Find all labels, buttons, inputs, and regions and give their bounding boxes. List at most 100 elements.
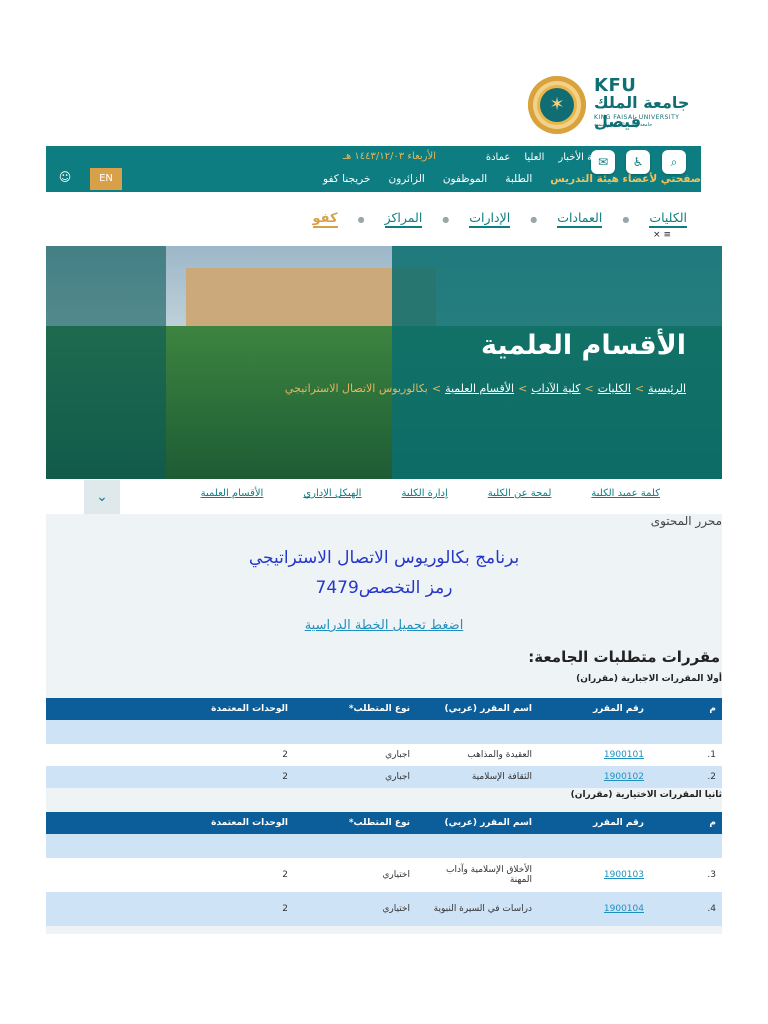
mandatory-courses-table: م رقم المقرر اسم المقرر (عربي) نوع المتط… <box>46 698 722 788</box>
crumb-separator: > <box>634 382 645 395</box>
course-name: دراسات في السيرة النبوية <box>416 892 538 926</box>
alumni-link[interactable]: خريجنا كفو <box>323 173 370 185</box>
page-title: الأقسام العلمية <box>481 330 686 361</box>
course-type: اجباري <box>294 744 416 766</box>
elective-heading: ثانيا المقررات الاختيارية (مقرران) <box>570 790 722 800</box>
hijri-date: الأربعاء ١٤٤٣/١٢/٠٣ هـ <box>343 151 436 162</box>
col-name-header: اسم المقرر (عربي) <box>416 698 538 720</box>
main-nav-items: الكليات ● العمادات ● الإدارات ● المراكز … <box>312 210 687 228</box>
employees-link[interactable]: الموظفون <box>443 173 487 185</box>
study-plan-link[interactable]: اضغط تحميل الخطة الدراسية <box>46 618 722 633</box>
students-link[interactable]: الطلبة <box>505 173 532 185</box>
hero-overlay-left <box>46 246 166 479</box>
crumb-current: بكالوريوس الاتصال الاستراتيجي <box>284 382 428 395</box>
faculty-page-link[interactable]: صفحتي لأعضاء هيئة التدريس <box>550 173 701 185</box>
chevron-down-icon[interactable]: ⌄ <box>84 480 120 514</box>
table-header-row: م رقم المقرر اسم المقرر (عربي) نوع المتط… <box>46 812 722 834</box>
col-index-header: م <box>650 812 722 834</box>
subnav-dean-word[interactable]: كلمة عميد الكلية <box>591 488 660 499</box>
row-index: 3. <box>650 858 722 892</box>
nav-centers[interactable]: المراكز <box>384 210 423 228</box>
kfu-logo[interactable]: ✶ KFU جامعة الملك فيصل KING FAISAL UNIVE… <box>528 75 692 134</box>
user-icon[interactable]: ☺ <box>58 170 72 184</box>
course-credits: 2 <box>46 766 294 788</box>
higher-link[interactable]: العليا <box>524 152 544 163</box>
col-index-header: م <box>650 698 722 720</box>
crumb-separator: > <box>584 382 594 395</box>
language-button[interactable]: EN <box>90 168 122 190</box>
logo-arabic-tagline: جامعة وطنية للتعليم والتنمية <box>594 122 653 128</box>
table-spacer-row <box>46 720 722 744</box>
col-credits-header: الوحدات المعتمدة <box>46 812 294 834</box>
table-row: 4. 1900104 دراسات في السيرة النبوية اختي… <box>46 892 722 926</box>
university-seal-icon: ✶ <box>528 76 586 134</box>
mandatory-heading: أولا المقررات الاجبارية (مقرران) <box>576 674 722 684</box>
hero-overlay <box>392 246 722 479</box>
course-code-link[interactable]: 1900104 <box>538 892 650 926</box>
top-links: بوابة الأخبار العليا عمادة <box>486 148 606 166</box>
dot-icon: ● <box>357 214 365 224</box>
table-header-row: م رقم المقرر اسم المقرر (عربي) نوع المتط… <box>46 698 722 720</box>
visitors-link[interactable]: الزائرون <box>388 173 424 185</box>
nav-colleges[interactable]: الكليات <box>649 210 687 228</box>
course-code-link[interactable]: 1900101 <box>538 744 650 766</box>
mail-icon[interactable]: ✉ <box>591 150 615 174</box>
crumb-departments[interactable]: الأقسام العلمية <box>445 382 514 395</box>
dot-icon: ● <box>442 214 450 224</box>
palm-icon: ✶ <box>540 88 574 122</box>
row-index: 2. <box>650 766 722 788</box>
crumb-colleges[interactable]: الكليات <box>598 382 631 395</box>
hero-banner: الأقسام العلمية الرئيسية > الكليات > كلية … <box>46 246 722 479</box>
col-credits-header: الوحدات المعتمدة <box>46 698 294 720</box>
program-code: رمز التخصص7479 <box>315 578 453 598</box>
table-row: 2. 1900102 الثقافة الإسلامية اجباري 2 <box>46 766 722 788</box>
col-type-header: نوع المتطلب* <box>294 812 416 834</box>
course-type: اجباري <box>294 766 416 788</box>
row-index: 1. <box>650 744 722 766</box>
subnav-departments[interactable]: الأقسام العلمية <box>201 488 264 499</box>
course-name: العقيدة والمذاهب <box>416 744 538 766</box>
nav-departments[interactable]: الإدارات <box>469 210 511 228</box>
crumb-separator: > <box>518 382 528 395</box>
subnav-structure[interactable]: الهيكل الإداري <box>303 488 361 499</box>
crumb-separator: > <box>431 382 442 395</box>
crumb-arts-college[interactable]: كلية الآداب <box>531 382 580 395</box>
menu-toggle-icon[interactable]: × ≡ <box>653 230 671 240</box>
course-type: اختياري <box>294 892 416 926</box>
crumb-home[interactable]: الرئيسية <box>648 382 686 395</box>
dot-icon: ● <box>530 214 538 224</box>
course-type: اختياري <box>294 858 416 892</box>
top-bar: بوابة الأخبار العليا عمادة الأربعاء ١٤٤٣… <box>46 146 701 192</box>
course-code-link[interactable]: 1900102 <box>538 766 650 788</box>
dot-icon: ● <box>622 214 630 224</box>
logo-english-name: KING FAISAL UNIVERSITY <box>594 114 680 121</box>
page: ✶ KFU جامعة الملك فيصل KING FAISAL UNIVE… <box>46 48 722 934</box>
accessibility-icon[interactable]: ♿ <box>626 150 650 174</box>
course-code-link[interactable]: 1900103 <box>538 858 650 892</box>
requirements-heading: مقررات متطلبات الجامعة: <box>528 648 720 666</box>
breadcrumb: الرئيسية > الكليات > كلية الآداب > الأقسام … <box>285 382 686 395</box>
col-code-header: رقم المقرر <box>538 812 650 834</box>
course-credits: 2 <box>46 858 294 892</box>
nav-kafu[interactable]: كفو <box>312 211 338 228</box>
search-icon[interactable]: ⌕ <box>662 150 686 174</box>
table-row: 3. 1900103 الأخلاق الإسلامية وآداب المهن… <box>46 858 722 892</box>
deanship-link[interactable]: عمادة <box>486 152 511 163</box>
college-subnav: كلمة عميد الكلية لمحة عن الكلية إدارة ال… <box>46 480 722 514</box>
program-title: برنامج بكالوريوس الاتصال الاستراتيجي <box>248 548 520 568</box>
table-row: 1. 1900101 العقيدة والمذاهب اجباري 2 <box>46 744 722 766</box>
subnav-administration[interactable]: إدارة الكلية <box>401 488 447 499</box>
nav-deanships[interactable]: العمادات <box>557 210 603 228</box>
content-area: محرر المحتوى برنامج بكالوريوس الاتصال ال… <box>46 514 722 934</box>
course-credits: 2 <box>46 744 294 766</box>
course-name: الأخلاق الإسلامية وآداب المهنة <box>416 858 538 892</box>
course-name: الثقافة الإسلامية <box>416 766 538 788</box>
col-name-header: اسم المقرر (عربي) <box>416 812 538 834</box>
subnav-about[interactable]: لمحة عن الكلية <box>488 488 552 499</box>
row-index: 4. <box>650 892 722 926</box>
main-nav: الكليات ● العمادات ● الإدارات ● المراكز … <box>46 206 701 240</box>
elective-courses-table: م رقم المقرر اسم المقرر (عربي) نوع المتط… <box>46 812 722 926</box>
subnav-items: كلمة عميد الكلية لمحة عن الكلية إدارة ال… <box>201 488 660 499</box>
col-code-header: رقم المقرر <box>538 698 650 720</box>
table-spacer-row <box>46 834 722 858</box>
